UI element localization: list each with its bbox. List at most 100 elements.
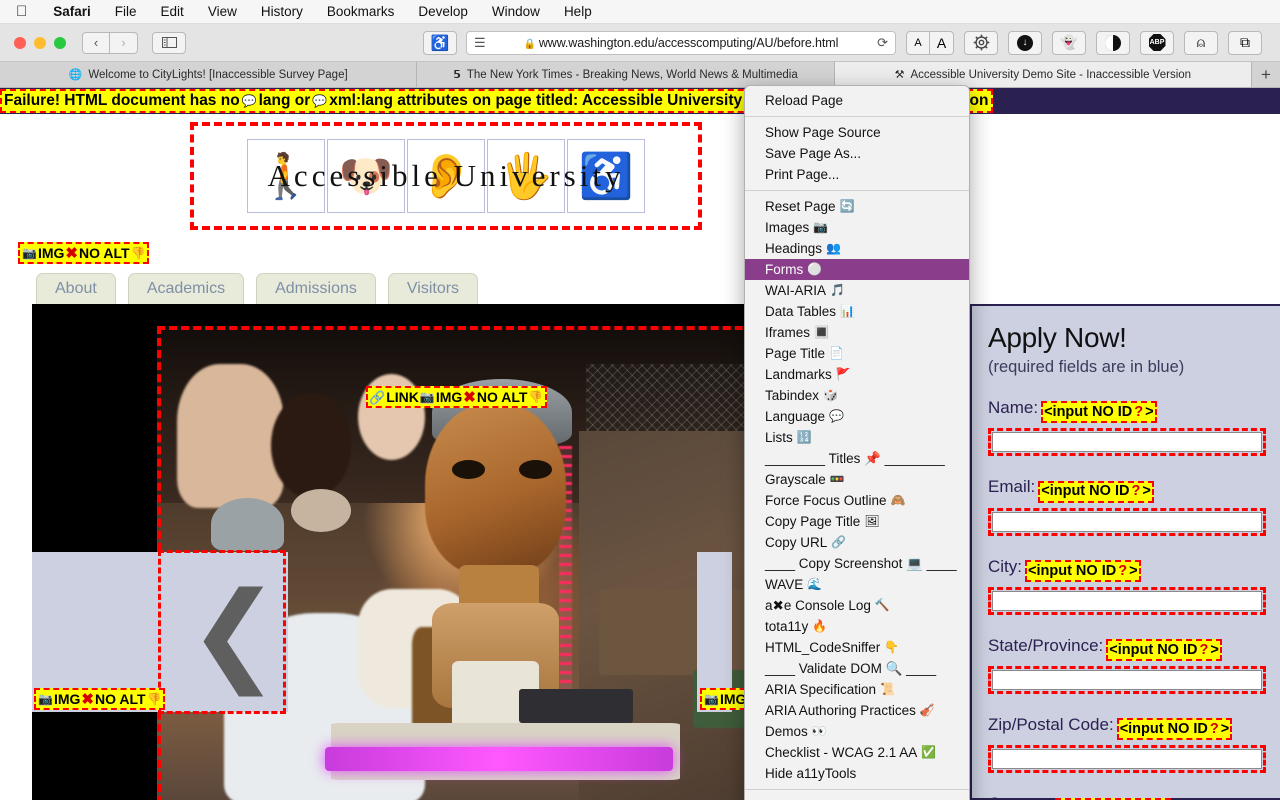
menu-item-label: Forms <box>765 262 804 277</box>
menu-item-grayscale[interactable]: Grayscale 🚥 <box>745 469 969 490</box>
camera-icon: 📷 <box>38 692 53 706</box>
context-menu[interactable]: Reload Page Show Page Source Save Page As.… <box>744 85 970 800</box>
menu-item-iframes[interactable]: Iframes 🔳 <box>745 322 969 343</box>
menu-item-copy-screenshot[interactable]: ____ Copy Screenshot 💻 ____ <box>745 553 969 574</box>
menu-item-tabindex[interactable]: Tabindex 🎲 <box>745 385 969 406</box>
menu-item-icon: 🔄 <box>839 199 855 213</box>
menu-item-titles[interactable]: ________ Titles 📌 ________ <box>745 448 969 469</box>
menu-item-hide-a11ytools[interactable]: Hide a11yTools <box>745 763 969 784</box>
tab-strip: 🌐 Welcome to CityLights! [Inaccessible S… <box>0 62 1280 88</box>
site-nav: About Academics Admissions Visitors <box>36 273 479 307</box>
gear-icon[interactable] <box>964 30 998 55</box>
ghostery-icon[interactable]: 👻 <box>1052 30 1086 55</box>
badge-label-noalt: NO ALT <box>94 691 146 707</box>
menu-item-images[interactable]: Images 📷 <box>745 217 969 238</box>
adblock-plus-icon[interactable]: ABP <box>1140 30 1174 55</box>
menu-view[interactable]: View <box>196 4 249 19</box>
text-smaller-button[interactable]: A <box>906 30 930 55</box>
carousel-arrow-violation-outline <box>158 550 286 714</box>
menu-bookmarks[interactable]: Bookmarks <box>315 4 407 19</box>
address-bar[interactable]: ☰ 🔒 www.washington.edu/accesscomputing/AU… <box>466 30 896 55</box>
menu-item-force-focus-outline[interactable]: Force Focus Outline 🙈 <box>745 490 969 511</box>
back-button[interactable]: ‹ <box>82 31 110 54</box>
menu-item-label: Grayscale <box>765 472 826 487</box>
menu-item-demos[interactable]: Demos 👀 <box>745 721 969 742</box>
state-field[interactable] <box>992 670 1262 690</box>
tab-accessible-university[interactable]: ⚒ Accessible University Demo Site - Inac… <box>834 62 1252 87</box>
menu-item-label: Lists <box>765 430 793 445</box>
nav-tab-visitors[interactable]: Visitors <box>387 273 479 307</box>
email-field[interactable] <box>992 511 1262 532</box>
menu-item-checklist-wcag-2-1-aa[interactable]: Checklist - WCAG 2.1 AA ✅ <box>745 742 969 763</box>
menu-item-reset-page[interactable]: Reset Page 🔄 <box>745 196 969 217</box>
menu-item-copy-page-title[interactable]: Copy Page Title 🖼 <box>745 511 969 532</box>
thumbs-down-icon: 👎 <box>528 390 544 404</box>
reader-icon[interactable]: ☰ <box>467 36 492 49</box>
field-name: Name: <input NO ID? > <box>988 397 1266 457</box>
site-logo[interactable]: 🚶 🐶 👂 🖐 ♿ Accessible University <box>190 122 702 230</box>
menu-item-a-e-console-log[interactable]: a✖e Console Log 🔨 <box>745 595 969 616</box>
menu-item-print-page[interactable]: Print Page... <box>745 164 969 185</box>
menu-item-label: Copy Page Title <box>765 514 861 529</box>
nav-tab-about[interactable]: About <box>36 273 116 307</box>
menu-item-aria-specification[interactable]: ARIA Specification 📜 <box>745 679 969 700</box>
sidebar-icon[interactable] <box>152 31 186 54</box>
menu-item-tota11y[interactable]: tota11y 🔥 <box>745 616 969 637</box>
menu-item-wave[interactable]: WAVE 🌊 <box>745 574 969 595</box>
menu-item-inspect-element[interactable]: Inspect Element <box>745 795 969 800</box>
menu-item-landmarks[interactable]: Landmarks 🚩 <box>745 364 969 385</box>
menu-window[interactable]: Window <box>480 4 552 19</box>
nyt-icon: 𝟱 <box>453 69 461 81</box>
menu-item-html-codesniffer[interactable]: HTML_CodeSniffer 👇 <box>745 637 969 658</box>
menu-item-validate-dom[interactable]: ____ Validate DOM 🔍 ____ <box>745 658 969 679</box>
menu-item-lists[interactable]: Lists 🔢 <box>745 427 969 448</box>
tab-citylights[interactable]: 🌐 Welcome to CityLights! [Inaccessible S… <box>0 62 418 87</box>
download-icon[interactable]: ↓ <box>1008 30 1042 55</box>
menu-item-show-page-source[interactable]: Show Page Source <box>745 122 969 143</box>
apple-icon[interactable]:  <box>0 4 41 19</box>
x-icon: ✖ <box>81 690 94 708</box>
menu-item-label: ____ Copy Screenshot 💻 ____ <box>765 556 957 571</box>
accessibility-icon[interactable]: ♿ <box>423 30 457 55</box>
menu-item-label: ARIA Specification <box>765 682 877 697</box>
menu-item-language[interactable]: Language 💬 <box>745 406 969 427</box>
menu-item-copy-url[interactable]: Copy URL 🔗 <box>745 532 969 553</box>
menu-item-page-title[interactable]: Page Title 📄 <box>745 343 969 364</box>
menu-file[interactable]: File <box>103 4 149 19</box>
nav-tab-academics[interactable]: Academics <box>127 273 245 307</box>
menu-item-headings[interactable]: Headings 👥 <box>745 238 969 259</box>
zip-field[interactable] <box>992 749 1262 770</box>
menu-safari[interactable]: Safari <box>41 4 103 19</box>
menu-item-forms[interactable]: Forms ⚪ <box>745 259 969 280</box>
menu-item-icon: 📷 <box>813 220 829 234</box>
menu-item-aria-authoring-practices[interactable]: ARIA Authoring Practices 🎻 <box>745 700 969 721</box>
close-window-button[interactable] <box>14 36 26 49</box>
menu-help[interactable]: Help <box>552 4 604 19</box>
menu-history[interactable]: History <box>249 4 315 19</box>
menu-item-icon: 🔨 <box>874 598 890 612</box>
badge-label-noalt: NO ALT <box>78 245 130 261</box>
share-icon[interactable]: ⍝ <box>1184 30 1218 55</box>
thumbs-down-icon: 👎 <box>130 246 146 260</box>
menu-item-wai-aria[interactable]: WAI-ARIA 🎵 <box>745 280 969 301</box>
menu-item-save-page-as[interactable]: Save Page As... <box>745 143 969 164</box>
tab-nytimes[interactable]: 𝟱 The New York Times - Breaking News, Wo… <box>417 62 835 87</box>
tab-overview-icon[interactable]: ⧉ <box>1228 30 1262 55</box>
name-field[interactable] <box>992 432 1262 453</box>
privacy-icon[interactable] <box>1096 30 1130 55</box>
reload-icon[interactable]: ⟳ <box>870 35 895 51</box>
menu-item-label: Hide a11yTools <box>765 766 857 781</box>
question-icon: ? <box>1131 483 1141 500</box>
minimize-window-button[interactable] <box>34 36 46 49</box>
text-larger-button[interactable]: A <box>930 30 954 55</box>
maximize-window-button[interactable] <box>54 36 66 49</box>
safari-window:  Safari File Edit View History Bookmark… <box>0 0 1280 800</box>
menu-item-reload-page[interactable]: Reload Page <box>745 90 969 111</box>
forward-button[interactable]: › <box>110 31 138 54</box>
menu-edit[interactable]: Edit <box>149 4 196 19</box>
menu-develop[interactable]: Develop <box>406 4 480 19</box>
city-field[interactable] <box>992 590 1262 611</box>
menu-item-data-tables[interactable]: Data Tables 📊 <box>745 301 969 322</box>
new-tab-button[interactable]: + <box>1251 62 1280 87</box>
nav-tab-admissions[interactable]: Admissions <box>256 273 376 307</box>
